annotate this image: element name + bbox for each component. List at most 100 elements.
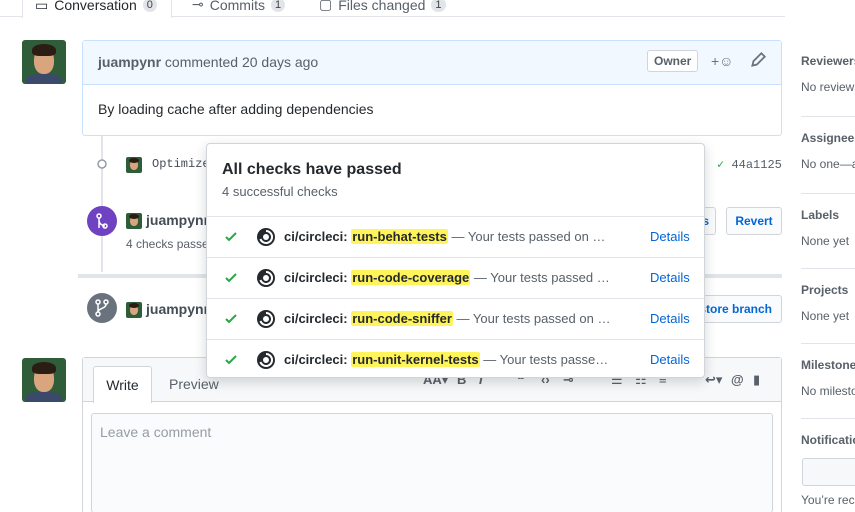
comment-timestamp[interactable]: commented 20 days ago: [165, 54, 318, 70]
sidebar-value: None yet: [801, 309, 850, 323]
check-context: ci/circleci:: [284, 229, 348, 244]
details-link[interactable]: Details: [650, 270, 690, 285]
check-icon: [225, 273, 237, 283]
check-job-name: run-behat-tests: [351, 229, 448, 244]
checks-subtitle: 4 successful checks: [222, 184, 338, 199]
commit-dot-icon: [97, 159, 107, 169]
sidebar-divider: [801, 418, 855, 419]
sidebar-assignees[interactable]: Assignees No one—assign yourself: [801, 131, 855, 171]
branch-icon: [87, 293, 117, 323]
commit-author-avatar[interactable]: [126, 157, 142, 173]
conversation-icon: ▭: [35, 0, 49, 13]
sidebar-divider: [801, 193, 855, 194]
subscribe-button[interactable]: [802, 458, 855, 486]
check-status-text: — Your tests passed on CircleCI!: [456, 311, 614, 326]
tab-conversation[interactable]: ▭ Conversation 0: [22, 0, 172, 18]
merge-checks-summary[interactable]: 4 checks passed: [126, 237, 215, 251]
comment-meta: juampynr commented 20 days ago: [98, 54, 318, 70]
avatar[interactable]: [22, 358, 66, 402]
merge-author-avatar[interactable]: [126, 213, 142, 229]
check-context: ci/circleci:: [284, 311, 348, 326]
check-row: ci/circleci: run-unit-kernel-tests — You…: [207, 339, 704, 380]
check-description: ci/circleci: run-code-coverage — Your te…: [284, 270, 614, 285]
comment-author-link[interactable]: juampynr: [98, 54, 161, 70]
check-icon: [225, 232, 237, 242]
sidebar-divider: [801, 268, 855, 269]
sidebar-divider: [801, 343, 855, 344]
checks-popover: All checks have passed 4 successful chec…: [206, 143, 705, 378]
merge-icon: [87, 206, 117, 236]
details-link[interactable]: Details: [650, 352, 690, 367]
commit-message[interactable]: Optimize: [152, 157, 210, 171]
sidebar-divider: [801, 116, 855, 117]
pencil-icon[interactable]: [749, 51, 767, 69]
check-description: ci/circleci: run-code-sniffer — Your tes…: [284, 311, 614, 326]
check-row: ci/circleci: run-behat-tests — Your test…: [207, 216, 704, 257]
check-icon: [225, 314, 237, 324]
tab-files-label: Files changed: [338, 0, 426, 13]
details-link[interactable]: Details: [650, 229, 690, 244]
avatar[interactable]: [22, 40, 66, 84]
mention-icon[interactable]: @: [731, 372, 744, 387]
smiley-add-icon[interactable]: +☺: [711, 53, 733, 69]
checks-title: All checks have passed: [222, 161, 402, 178]
tab-commits[interactable]: ⊸ Commits 1: [192, 0, 286, 17]
commit-sha[interactable]: 44a1125: [731, 158, 781, 172]
sidebar-title: Milestone: [801, 358, 855, 372]
sidebar-notifications: Notifications: [801, 433, 855, 447]
check-job-name: run-code-coverage: [351, 270, 471, 285]
check-row: ci/circleci: run-code-sniffer — Your tes…: [207, 298, 704, 339]
tab-conversation-count: 0: [142, 0, 157, 12]
sidebar-notifications-text: You’re receiving notifications: [801, 493, 855, 507]
new-comment-form: Write Preview AA▾ B I ❝ ‹› ⊸ ☰ ☷ ≡ ↩▾ @ …: [82, 357, 782, 512]
check-status-text: — Your tests passed on CircleCI!: [483, 352, 614, 367]
check-description: ci/circleci: run-unit-kernel-tests — You…: [284, 352, 614, 367]
commit-icon: ⊸: [192, 0, 204, 12]
sidebar-value: You’re receiving notifications: [801, 493, 855, 507]
sidebar-reviewers[interactable]: Reviewers No reviews: [801, 54, 855, 94]
sidebar-labels[interactable]: Labels None yet: [801, 208, 855, 248]
branch-event-author[interactable]: juampynr: [146, 301, 209, 317]
circleci-logo-icon: [257, 228, 275, 246]
sidebar: Reviewers No reviews Assignees No one—as…: [801, 0, 855, 512]
bookmark-icon[interactable]: ▮: [753, 372, 760, 388]
check-description: ci/circleci: run-behat-tests — Your test…: [284, 229, 614, 244]
tab-files-changed[interactable]: ▢ Files changed 1: [319, 0, 446, 17]
owner-badge: Owner: [647, 50, 699, 72]
comment-box: juampynr commented 20 days ago Owner +☺ …: [82, 40, 782, 136]
check-row: ci/circleci: run-code-coverage — Your te…: [207, 257, 704, 298]
check-icon: [225, 355, 237, 365]
tab-commits-label: Commits: [209, 0, 265, 13]
branch-author-avatar[interactable]: [126, 302, 142, 318]
revert-button[interactable]: Revert: [726, 207, 782, 235]
reply-icon[interactable]: ↩▾: [705, 372, 722, 388]
sidebar-title: Reviewers: [801, 54, 855, 68]
merge-author[interactable]: juampynr: [146, 212, 209, 228]
sidebar-value: No reviews: [801, 80, 855, 94]
details-link[interactable]: Details: [650, 311, 690, 326]
sidebar-title: Assignees: [801, 131, 855, 145]
check-icon[interactable]: ✓: [717, 158, 724, 172]
circleci-logo-icon: [257, 310, 275, 328]
check-status-text: — Your tests passed on CircleCI!: [473, 270, 614, 285]
circleci-logo-icon: [257, 269, 275, 287]
pr-tabs: ▭ Conversation 0 ⊸ Commits 1 ▢ Files cha…: [0, 0, 785, 18]
sidebar-milestone[interactable]: Milestone No milestone: [801, 358, 855, 398]
commit-sha-link[interactable]: ✓ 44a1125: [717, 157, 782, 172]
check-status-text: — Your tests passed on CircleCI!: [451, 229, 614, 244]
tab-conversation-label: Conversation: [54, 0, 137, 13]
check-job-name: run-unit-kernel-tests: [351, 352, 480, 367]
file-diff-icon: ▢: [319, 0, 333, 12]
sidebar-value: No milestone: [801, 384, 855, 398]
comment-textarea[interactable]: Leave a comment: [91, 413, 773, 512]
comment-header: juampynr commented 20 days ago Owner +☺: [83, 41, 781, 85]
sidebar-title: Projects: [801, 283, 849, 297]
check-context: ci/circleci:: [284, 270, 348, 285]
tab-files-count: 1: [431, 0, 446, 12]
check-context: ci/circleci:: [284, 352, 348, 367]
comment-body: By loading cache after adding dependenci…: [98, 101, 374, 117]
sidebar-projects[interactable]: Projects None yet: [801, 283, 855, 323]
sidebar-title: Labels: [801, 208, 840, 222]
tab-write[interactable]: Write: [93, 366, 152, 403]
tab-commits-count: 1: [270, 0, 286, 12]
